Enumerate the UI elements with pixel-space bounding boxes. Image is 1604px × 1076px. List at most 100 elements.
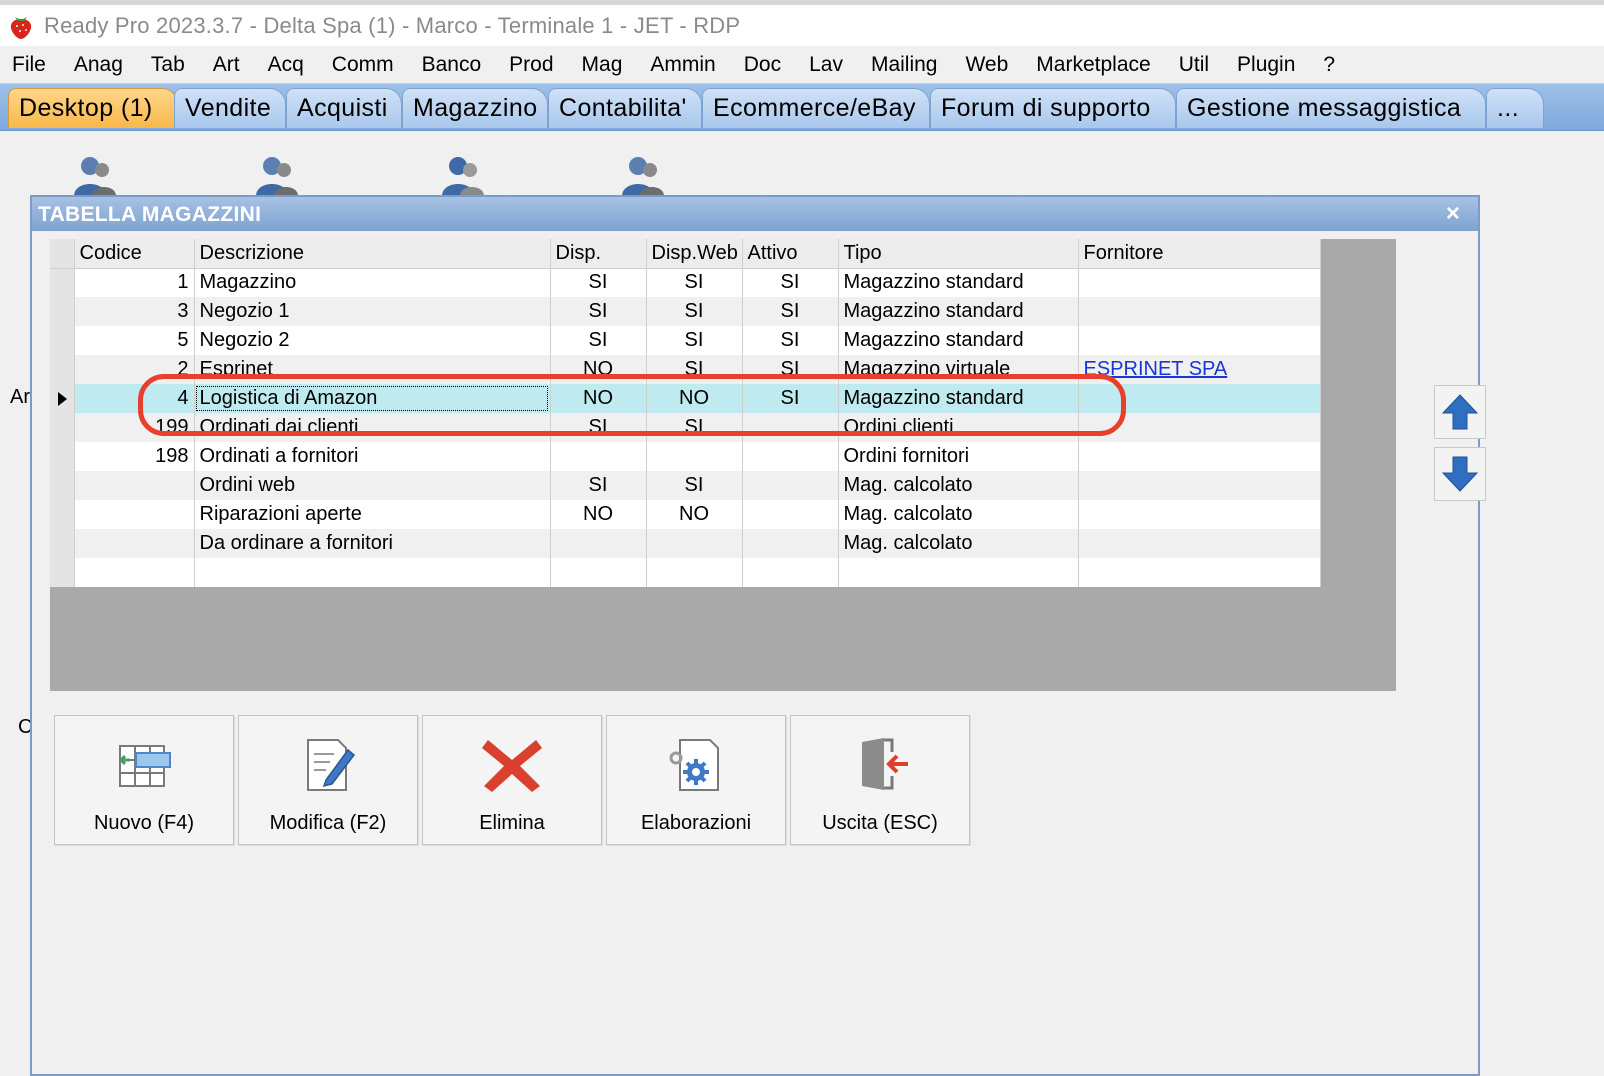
cell-tipo[interactable]: Mag. calcolato bbox=[838, 529, 1079, 558]
row-indicator[interactable] bbox=[50, 384, 75, 413]
row-indicator[interactable] bbox=[50, 413, 75, 442]
menu-acq[interactable]: Acq bbox=[268, 53, 304, 77]
user-icon[interactable] bbox=[436, 152, 488, 196]
cell-fornitore[interactable] bbox=[1078, 268, 1321, 297]
menu-doc[interactable]: Doc bbox=[744, 53, 781, 77]
cell-disp[interactable] bbox=[550, 442, 647, 471]
cell-fornitore[interactable] bbox=[1078, 442, 1321, 471]
cell-dispweb[interactable] bbox=[646, 558, 743, 587]
cell-disp[interactable]: NO bbox=[550, 355, 647, 384]
cell-codice[interactable]: 2 bbox=[74, 355, 195, 384]
cell-codice[interactable]: 1 bbox=[74, 268, 195, 297]
column-header-dispweb[interactable]: Disp.Web bbox=[646, 239, 743, 269]
cell-dispweb[interactable]: NO bbox=[646, 500, 743, 529]
table-row[interactable] bbox=[50, 558, 1321, 587]
cell-tipo[interactable]: Ordini clienti bbox=[838, 413, 1079, 442]
cell-codice[interactable]: 198 bbox=[74, 442, 195, 471]
cell-codice[interactable] bbox=[74, 529, 195, 558]
menu-anag[interactable]: Anag bbox=[74, 53, 123, 77]
cell-descrizione[interactable]: Ordini web bbox=[194, 471, 551, 500]
row-indicator[interactable] bbox=[50, 326, 75, 355]
column-header-descrizione[interactable]: Descrizione bbox=[194, 239, 551, 269]
cell-codice[interactable]: 4 bbox=[74, 384, 195, 413]
table-row[interactable]: 2 Esprinet NO SI SI Magazzino virtuale E… bbox=[50, 355, 1321, 384]
cell-disp[interactable]: NO bbox=[550, 500, 647, 529]
cell-codice[interactable]: 199 bbox=[74, 413, 195, 442]
cell-descrizione[interactable]: Ordinati dai clienti bbox=[194, 413, 551, 442]
cell-attivo[interactable]: SI bbox=[742, 355, 839, 384]
cell-fornitore[interactable] bbox=[1078, 558, 1321, 587]
menu-tab[interactable]: Tab bbox=[151, 53, 185, 77]
user-icon[interactable] bbox=[250, 152, 302, 196]
tab-ecommerce[interactable]: Ecommerce/eBay bbox=[702, 88, 930, 128]
table-row[interactable]: 5 Negozio 2 SI SI SI Magazzino standard bbox=[50, 326, 1321, 355]
cell-fornitore[interactable] bbox=[1078, 384, 1321, 413]
cell-disp[interactable]: SI bbox=[550, 326, 647, 355]
cell-tipo[interactable]: Magazzino standard bbox=[838, 268, 1079, 297]
nuovo-button[interactable]: Nuovo (F4) bbox=[54, 715, 234, 845]
elimina-button[interactable]: Elimina bbox=[422, 715, 602, 845]
menu-web[interactable]: Web bbox=[965, 53, 1008, 77]
cell-fornitore[interactable] bbox=[1078, 297, 1321, 326]
menu-util[interactable]: Util bbox=[1179, 53, 1209, 77]
cell-tipo[interactable]: Mag. calcolato bbox=[838, 471, 1079, 500]
cell-dispweb[interactable] bbox=[646, 442, 743, 471]
cell-dispweb[interactable]: SI bbox=[646, 471, 743, 500]
cell-disp[interactable] bbox=[550, 558, 647, 587]
cell-fornitore[interactable] bbox=[1078, 326, 1321, 355]
elaborazioni-button[interactable]: Elaborazioni bbox=[606, 715, 786, 845]
cell-descrizione[interactable]: Riparazioni aperte bbox=[194, 500, 551, 529]
tab-messaggistica[interactable]: Gestione messaggistica bbox=[1176, 88, 1486, 128]
cell-dispweb[interactable] bbox=[646, 529, 743, 558]
cell-descrizione[interactable]: Negozio 2 bbox=[194, 326, 551, 355]
menu-art[interactable]: Art bbox=[213, 53, 240, 77]
row-indicator[interactable] bbox=[50, 558, 75, 587]
cell-tipo[interactable]: Magazzino standard bbox=[838, 326, 1079, 355]
cell-descrizione[interactable]: Magazzino bbox=[194, 268, 551, 297]
menu-plugin[interactable]: Plugin bbox=[1237, 53, 1295, 77]
cell-attivo[interactable] bbox=[742, 471, 839, 500]
cell-dispweb[interactable]: SI bbox=[646, 297, 743, 326]
cell-disp[interactable]: SI bbox=[550, 297, 647, 326]
table-row[interactable]: 198 Ordinati a fornitori Ordini fornitor… bbox=[50, 442, 1321, 471]
table-row[interactable]: Riparazioni aperte NO NO Mag. calcolato bbox=[50, 500, 1321, 529]
cell-attivo[interactable]: SI bbox=[742, 268, 839, 297]
row-indicator[interactable] bbox=[50, 297, 75, 326]
cell-codice[interactable] bbox=[74, 500, 195, 529]
column-header-attivo[interactable]: Attivo bbox=[742, 239, 839, 269]
move-up-button[interactable] bbox=[1434, 385, 1486, 439]
cell-codice[interactable] bbox=[74, 471, 195, 500]
cell-tipo[interactable]: Magazzino standard bbox=[838, 297, 1079, 326]
cell-tipo[interactable]: Mag. calcolato bbox=[838, 500, 1079, 529]
tab-acquisti[interactable]: Acquisti bbox=[286, 88, 402, 128]
cell-tipo[interactable] bbox=[838, 558, 1079, 587]
menu-ammin[interactable]: Ammin bbox=[650, 53, 715, 77]
user-icon[interactable] bbox=[68, 152, 120, 196]
cell-attivo[interactable] bbox=[742, 529, 839, 558]
table-row[interactable]: 1 Magazzino SI SI SI Magazzino standard bbox=[50, 268, 1321, 297]
menu-mailing[interactable]: Mailing bbox=[871, 53, 938, 77]
row-indicator[interactable] bbox=[50, 268, 75, 297]
menu-comm[interactable]: Comm bbox=[332, 53, 394, 77]
modifica-button[interactable]: Modifica (F2) bbox=[238, 715, 418, 845]
user-icon[interactable] bbox=[616, 152, 668, 196]
cell-descrizione[interactable]: Ordinati a fornitori bbox=[194, 442, 551, 471]
cell-attivo[interactable] bbox=[742, 442, 839, 471]
tab-forum[interactable]: Forum di supporto bbox=[930, 88, 1176, 128]
column-header-disp[interactable]: Disp. bbox=[550, 239, 647, 269]
cell-attivo[interactable] bbox=[742, 558, 839, 587]
row-indicator[interactable] bbox=[50, 442, 75, 471]
cell-codice[interactable]: 5 bbox=[74, 326, 195, 355]
menu-lav[interactable]: Lav bbox=[809, 53, 843, 77]
cell-attivo[interactable]: SI bbox=[742, 384, 839, 413]
cell-codice[interactable] bbox=[74, 558, 195, 587]
tab-more[interactable]: ... bbox=[1486, 88, 1544, 128]
cell-tipo[interactable]: Magazzino standard bbox=[838, 384, 1079, 413]
close-icon[interactable]: × bbox=[1440, 201, 1466, 227]
cell-dispweb[interactable]: SI bbox=[646, 268, 743, 297]
cell-descrizione[interactable]: Negozio 1 bbox=[194, 297, 551, 326]
row-indicator[interactable] bbox=[50, 529, 75, 558]
tab-contabilita[interactable]: Contabilita' bbox=[548, 88, 702, 128]
cell-fornitore[interactable] bbox=[1078, 529, 1321, 558]
column-header-tipo[interactable]: Tipo bbox=[838, 239, 1079, 269]
